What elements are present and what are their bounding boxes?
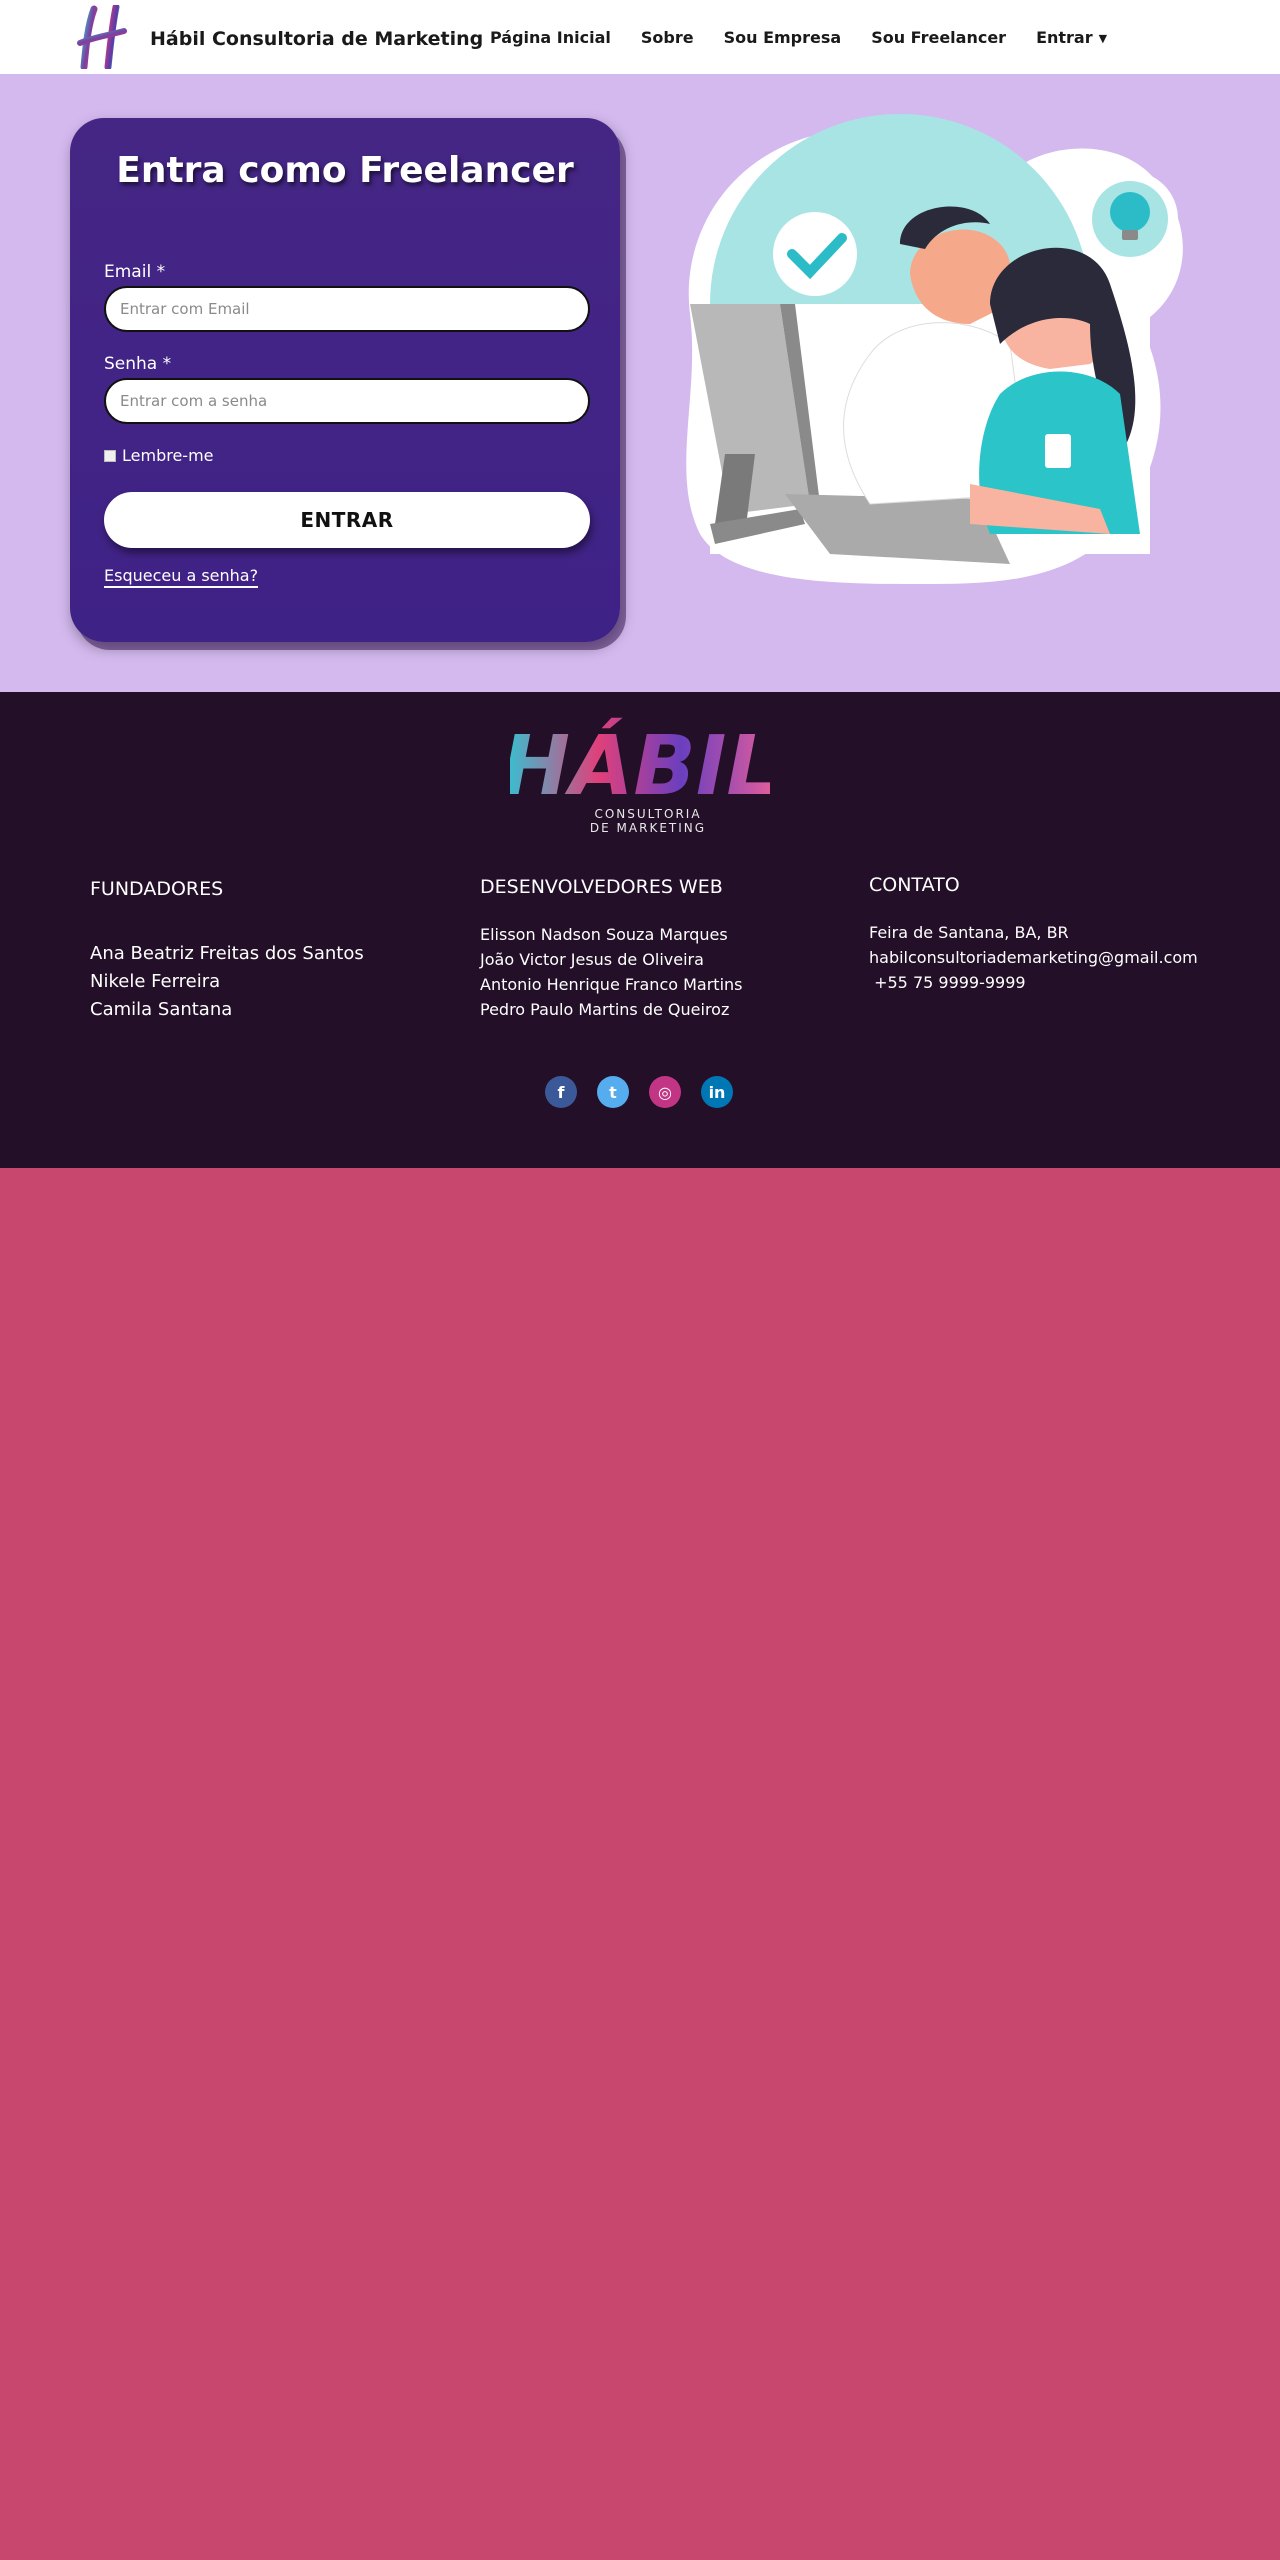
hero-section: Entra como Freelancer Email * Senha * Le… [0,74,1280,692]
developer-name: Elisson Nadson Souza Marques [480,925,728,944]
site-footer: HÁBIL CONSULTORIA DE MARKETING FUNDADORE… [0,692,1280,1168]
contact-title: CONTATO [869,874,960,896]
email-input[interactable] [104,286,590,332]
login-submit-button[interactable]: ENTRAR [104,492,590,548]
nav-company[interactable]: Sou Empresa [724,28,842,47]
top-navbar: Hábil Consultoria de Marketing Página In… [0,0,1280,74]
contact-email[interactable]: habilconsultoriademarketing@gmail.com [869,945,1198,970]
facebook-icon[interactable]: f [545,1076,577,1108]
nav-login-dropdown[interactable]: Entrar ▼ [1036,28,1107,47]
freelancers-illustration [686,114,1183,584]
remember-checkbox[interactable] [104,449,116,462]
developers-title: DESENVOLVEDORES WEB [480,876,723,898]
footer-founders: FUNDADORES Ana Beatriz Freitas dos Santo… [90,878,364,1024]
founder-name: Camila Santana [90,999,233,1020]
footer-logo-subtitle-2: DE MARKETING [590,821,706,835]
nav-login-label: Entrar [1036,28,1093,47]
contact-list: Feira de Santana, BA, BR habilconsultori… [869,920,1198,995]
developers-list: Elisson Nadson Souza Marques João Victor… [480,922,743,1022]
footer-contact: CONTATO Feira de Santana, BA, BR habilco… [869,874,1198,995]
instagram-icon[interactable]: ◎ [649,1076,681,1108]
contact-phone[interactable]: +55 75 9999-9999 [869,970,1198,995]
footer-developers: DESENVOLVEDORES WEB Elisson Nadson Souza… [480,876,743,1022]
developer-name: Pedro Paulo Martins de Queiroz [480,1000,730,1019]
social-links: f t ◎ in [545,1076,753,1108]
founder-name: Ana Beatriz Freitas dos Santos [90,943,364,964]
developer-name: Antonio Henrique Franco Martins [480,975,743,994]
login-card: Entra como Freelancer Email * Senha * Le… [70,118,620,642]
nav-home[interactable]: Página Inicial [490,28,611,47]
linkedin-icon[interactable]: in [701,1076,733,1108]
founders-title: FUNDADORES [90,878,224,900]
nav-links: Página Inicial Sobre Sou Empresa Sou Fre… [490,28,1137,47]
footer-brand-logo: HÁBIL CONSULTORIA DE MARKETING [510,717,770,835]
nav-about[interactable]: Sobre [641,28,694,47]
remember-me: Lembre-me [104,446,214,465]
forgot-password-link[interactable]: Esqueceu a senha? [104,566,259,588]
caret-down-icon: ▼ [1098,32,1108,45]
founder-name: Nikele Ferreira [90,971,221,992]
password-label: Senha * [104,354,172,374]
login-title: Entra como Freelancer [116,150,574,191]
footer-logo-text: HÁBIL [510,717,770,814]
contact-address: Feira de Santana, BA, BR [869,923,1069,942]
founders-list: Ana Beatriz Freitas dos Santos Nikele Fe… [90,940,364,1024]
nav-freelancer[interactable]: Sou Freelancer [871,28,1006,47]
remember-label: Lembre-me [122,446,214,465]
email-label: Email * [104,262,166,282]
twitter-icon[interactable]: t [597,1076,629,1108]
footer-logo-subtitle-1: CONSULTORIA [594,807,701,821]
brand-logo-icon[interactable] [76,5,128,69]
brand-name[interactable]: Hábil Consultoria de Marketing [150,28,483,50]
developer-name: João Victor Jesus de Oliveira [480,950,704,969]
password-input[interactable] [104,378,590,424]
